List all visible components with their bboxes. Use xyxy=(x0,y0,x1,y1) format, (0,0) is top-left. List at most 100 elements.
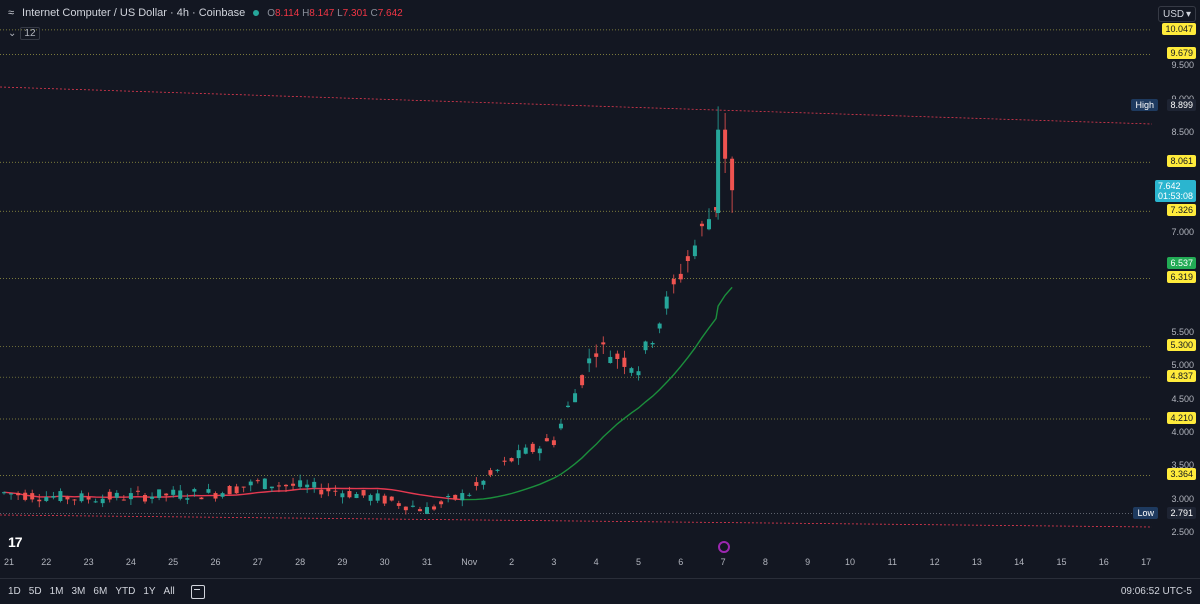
candle-body xyxy=(100,498,105,504)
candle-body xyxy=(135,490,140,492)
crosshair-marker-icon[interactable] xyxy=(718,541,730,553)
clock[interactable]: 09:06:52 UTC-5 xyxy=(1121,586,1192,597)
range-button[interactable]: 1D xyxy=(8,586,21,597)
candle-body xyxy=(199,497,204,500)
price-tick-label: 5.000 xyxy=(1171,360,1194,371)
candle-body xyxy=(657,323,662,329)
candle-body xyxy=(446,496,451,498)
candle-body xyxy=(220,493,225,497)
time-tick-label: 26 xyxy=(210,557,221,567)
time-axis[interactable]: 21 22 23 24 25 26 27 28 29 30 31 Nov 2 3 4 5 6 7 8 9 10 11 12 1… xyxy=(0,557,1151,571)
candle-body xyxy=(86,497,91,500)
symbol-title[interactable]: Internet Computer / US Dollar · 4h · Coi… xyxy=(22,7,245,19)
candle-body xyxy=(453,494,458,500)
time-tick-label: 29 xyxy=(337,557,348,567)
candle-body xyxy=(523,447,528,454)
price-tick-label: 5.500 xyxy=(1171,327,1194,337)
indicator-toggle[interactable]: ⌄ 12 xyxy=(8,27,40,40)
time-tick-label: 24 xyxy=(125,557,136,567)
time-tick-label: 2 xyxy=(509,557,515,567)
price-tick-label: 4.500 xyxy=(1171,393,1194,404)
price-tag: 5.300 xyxy=(1167,339,1196,352)
time-tick-label: 14 xyxy=(1014,557,1025,567)
time-tick-label: 30 xyxy=(379,557,390,567)
candle-body xyxy=(650,343,655,345)
candle-body xyxy=(128,493,133,500)
time-tick-label: 3 xyxy=(551,557,557,567)
candle-body xyxy=(460,493,465,501)
candle-body xyxy=(530,443,535,452)
candle-body xyxy=(723,129,728,159)
candle-body xyxy=(157,489,162,498)
candle-body xyxy=(333,490,338,492)
candle-body xyxy=(248,481,253,486)
bottom-toolbar: 1D 5D 1M 3M 6M YTD 1Y All 09:06:52 UTC-5 xyxy=(0,578,1200,604)
range-button[interactable]: 3M xyxy=(72,586,86,597)
calendar-icon[interactable] xyxy=(190,584,205,599)
range-button[interactable]: 1Y xyxy=(143,586,155,597)
candle-body xyxy=(558,423,563,429)
candle-body xyxy=(291,483,296,486)
time-tick-label: 21 xyxy=(4,557,15,567)
range-button[interactable]: 5D xyxy=(29,586,42,597)
price-tag: 2.791 xyxy=(1167,506,1196,519)
price-tick-label: 3.000 xyxy=(1171,493,1194,504)
candle-body xyxy=(432,506,437,510)
chevron-down-icon[interactable]: ⌄ xyxy=(8,28,16,39)
low-value: 7.301 xyxy=(342,7,368,19)
candle-body xyxy=(255,480,260,482)
range-button[interactable]: YTD xyxy=(115,586,135,597)
candle-body xyxy=(730,158,735,191)
tradingview-logo-icon[interactable]: 17 xyxy=(8,534,23,550)
candle-body xyxy=(495,469,500,471)
open-value: 8.114 xyxy=(274,7,300,19)
price-tick-label: 4.000 xyxy=(1171,427,1194,437)
price-tag: 7.642 01:53:08 xyxy=(1154,180,1196,203)
candle-body xyxy=(361,490,366,496)
candle-body xyxy=(51,496,56,498)
candle-body xyxy=(608,356,613,363)
bar-countdown: 01:53:08 xyxy=(1157,191,1193,202)
range-button[interactable]: 6M xyxy=(93,586,107,597)
candle-body xyxy=(93,501,98,503)
candle-body xyxy=(319,489,324,495)
price-tag: 6.319 xyxy=(1167,271,1196,284)
candle-body xyxy=(185,498,190,500)
time-tick-label: 23 xyxy=(83,557,94,567)
candle-body xyxy=(671,278,676,285)
range-button[interactable]: 1M xyxy=(50,586,64,597)
symbol-glyph-icon[interactable]: ≈ xyxy=(8,7,14,19)
time-tick-label: 9 xyxy=(805,557,811,567)
price-chart[interactable] xyxy=(0,0,1200,560)
candle-body xyxy=(30,493,35,500)
time-tick-label: 8 xyxy=(762,557,768,567)
time-tick-label: 31 xyxy=(421,557,433,567)
candle-body xyxy=(594,353,599,357)
candle-body xyxy=(164,493,169,496)
candle-body xyxy=(121,499,126,501)
candle-body xyxy=(566,405,570,408)
range-button[interactable]: All xyxy=(164,586,175,597)
high-marker-label: High xyxy=(1131,99,1158,112)
candle-body xyxy=(502,460,507,462)
candle-body xyxy=(537,448,542,454)
time-tick-label: 6 xyxy=(678,557,684,567)
candle-body xyxy=(516,450,521,459)
candle-body xyxy=(425,507,429,514)
candle-body xyxy=(439,501,444,505)
ohlc-values: O8.114 H8.147 L7.301 C7.642 xyxy=(267,8,403,19)
candle-body xyxy=(9,493,14,495)
candle-body xyxy=(65,496,70,500)
candle-body xyxy=(382,495,387,504)
market-status-icon xyxy=(253,10,260,16)
candle-body xyxy=(192,489,197,492)
candle-body xyxy=(509,458,514,462)
candle-body xyxy=(685,256,690,262)
candle-body xyxy=(269,486,274,489)
price-axis[interactable]: 9.5009.0008.5007.0005.5005.0004.5004.000… xyxy=(1131,0,1200,560)
candle-body xyxy=(622,357,627,367)
price-tag: 9.679 xyxy=(1167,47,1196,60)
candle-body xyxy=(587,358,592,364)
time-tick-label: 25 xyxy=(168,557,179,567)
candle-body xyxy=(234,486,239,494)
